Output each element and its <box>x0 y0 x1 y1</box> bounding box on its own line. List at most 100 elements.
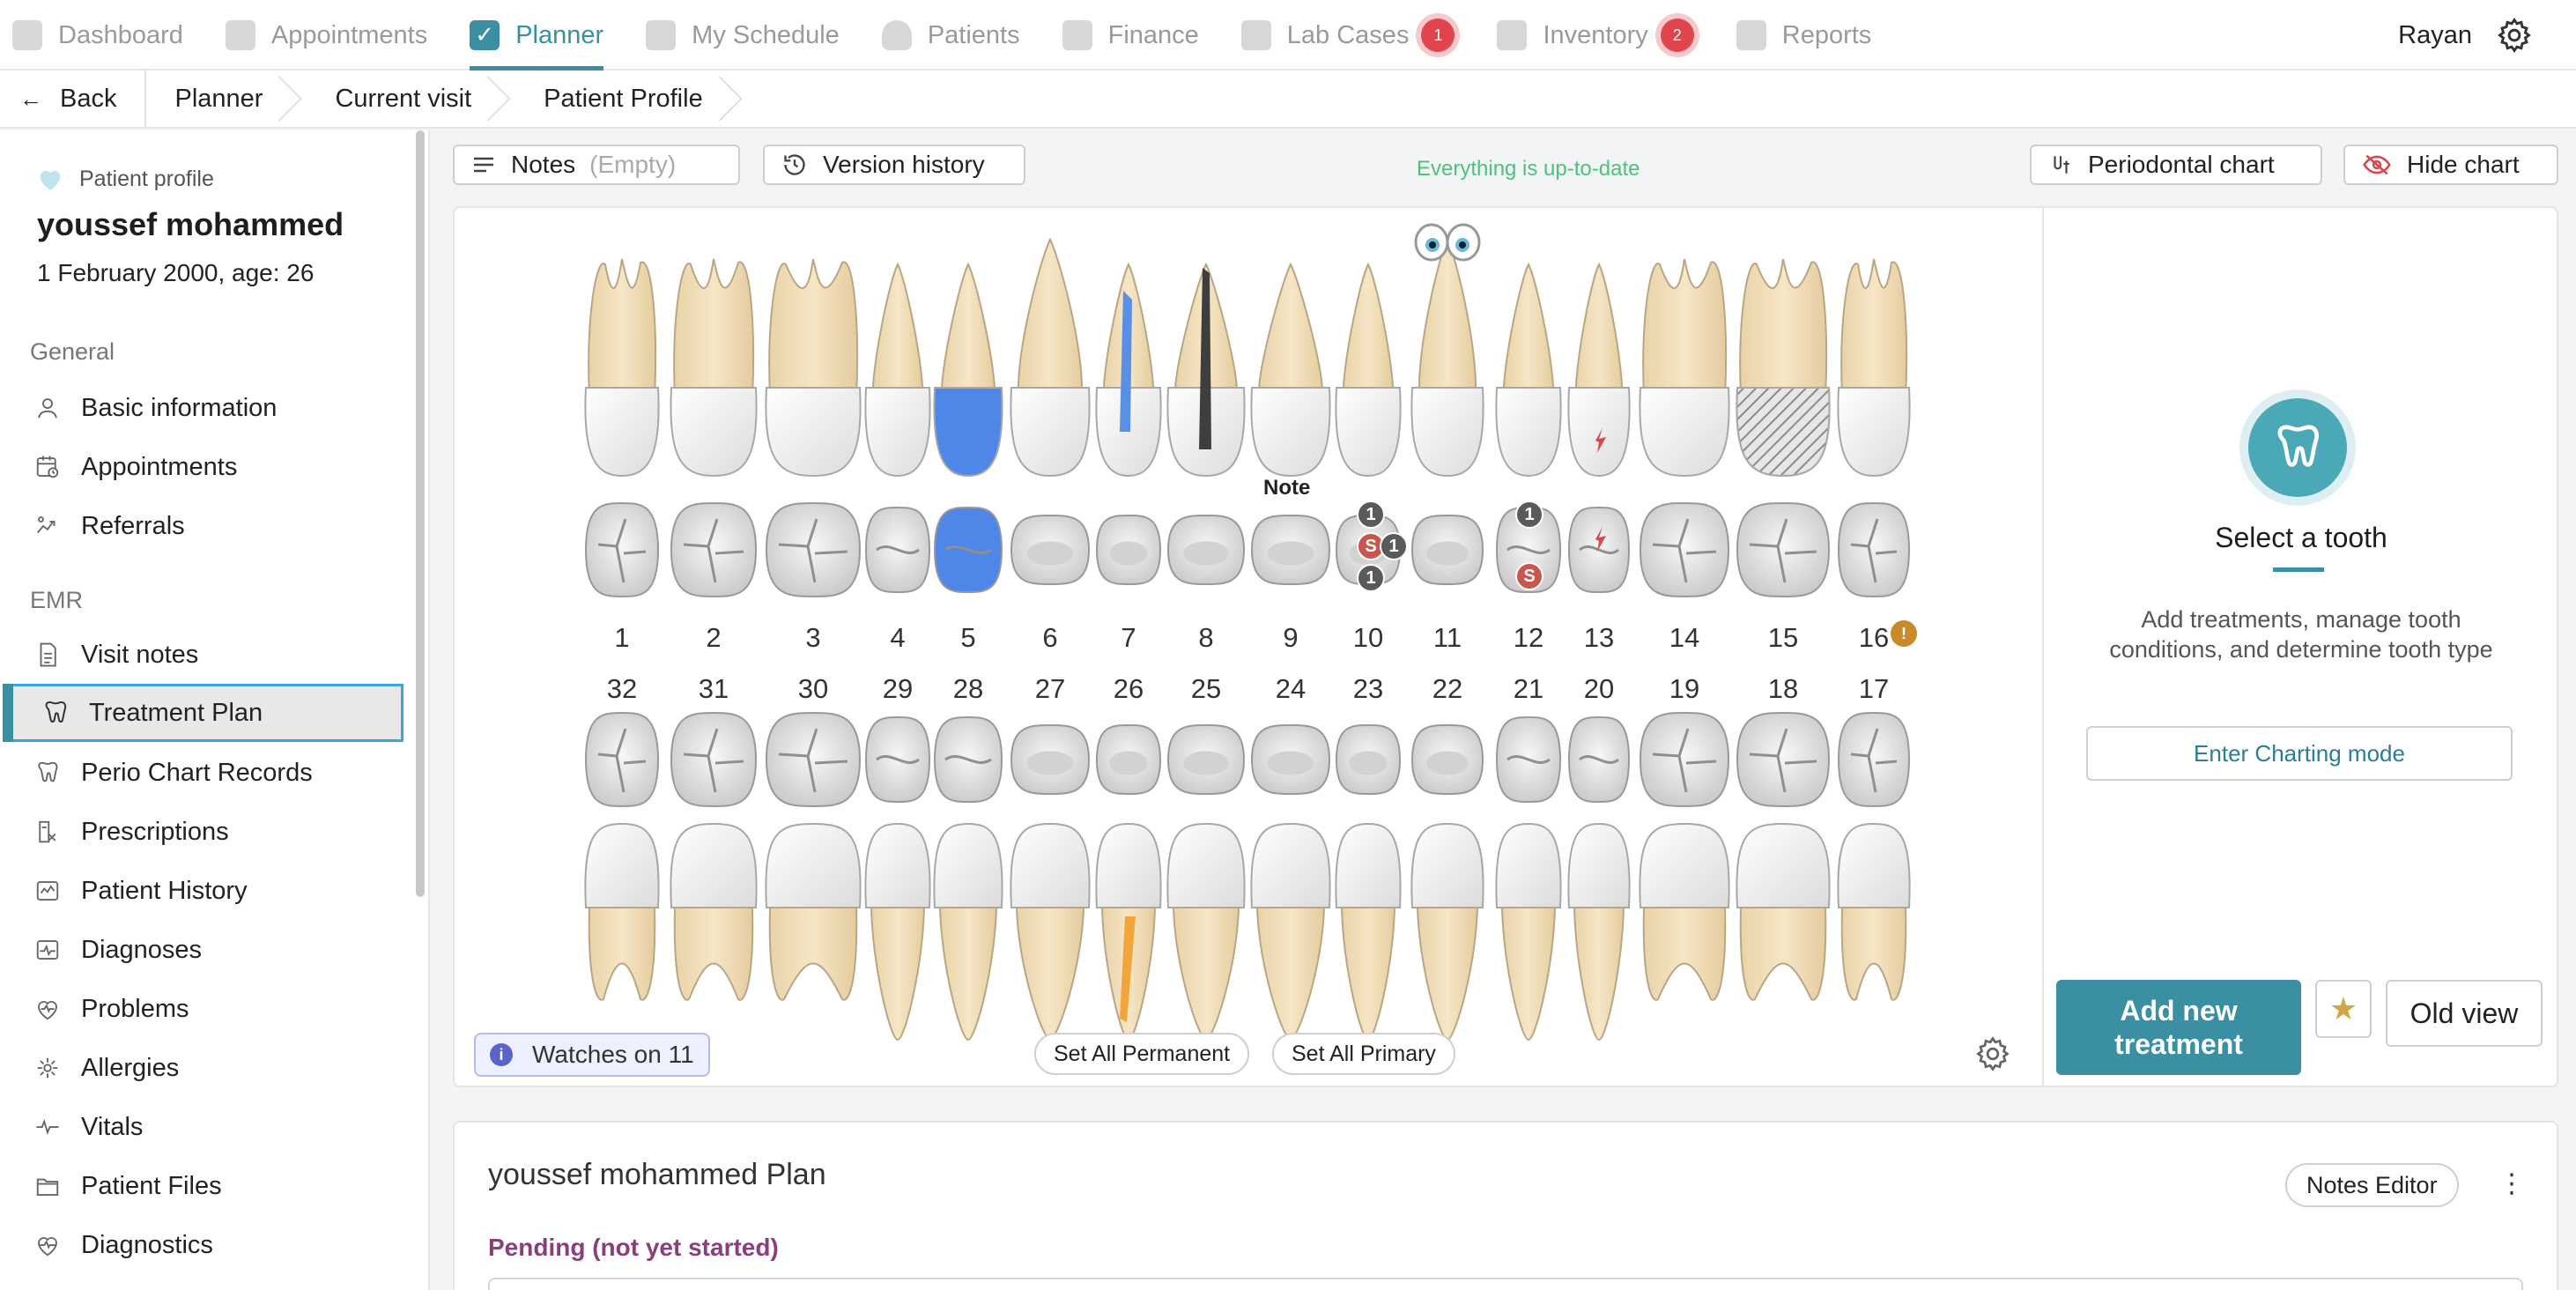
tooth-9[interactable] <box>1250 262 1331 586</box>
tooth-number-11[interactable]: 11 <box>1421 622 1474 654</box>
tooth-number-19[interactable]: 19 <box>1658 673 1711 705</box>
tooth-number-23[interactable]: 23 <box>1342 673 1395 705</box>
tooth-20[interactable] <box>1567 715 1631 1042</box>
notes-editor-button[interactable]: Notes Editor <box>2285 1163 2459 1207</box>
sidebar-item-appointments[interactable]: Appointments <box>0 438 403 496</box>
periodontal-chart-button[interactable]: Periodontal chart <box>2030 145 2322 185</box>
watch-eyes-icon[interactable] <box>1413 222 1482 263</box>
tooth-19[interactable] <box>1639 711 1730 1001</box>
tooth-number-13[interactable]: 13 <box>1573 622 1625 654</box>
nav-appointments[interactable]: Appointments <box>225 0 427 70</box>
tooth-13[interactable] <box>1567 262 1631 594</box>
tooth-number-14[interactable]: 14 <box>1658 622 1711 654</box>
tooth-number-1[interactable]: 1 <box>596 622 648 654</box>
tooth-12-indicator-top[interactable]: 1 <box>1515 500 1543 529</box>
tooth-number-7[interactable]: 7 <box>1102 622 1155 654</box>
tooth-16-info-indicator[interactable]: ! <box>1891 620 1917 647</box>
watches-button[interactable]: i Watches on 11 <box>474 1033 710 1077</box>
tooth-number-2[interactable]: 2 <box>687 622 740 654</box>
nav-finance[interactable]: Finance <box>1062 0 1199 70</box>
enter-charting-mode-button[interactable]: Enter Charting mode <box>2086 726 2513 781</box>
tooth-4[interactable] <box>864 262 931 594</box>
tooth-number-25[interactable]: 25 <box>1180 673 1232 705</box>
sidebar-item-diagnoses[interactable]: Diagnoses <box>0 921 403 979</box>
tooth-6[interactable] <box>1010 237 1091 586</box>
sidebar-item-perio-chart-records[interactable]: Perio Chart Records <box>0 744 403 802</box>
nav-patients[interactable]: Patients <box>881 0 1020 70</box>
tooth-number-27[interactable]: 27 <box>1024 673 1077 705</box>
tooth-number-4[interactable]: 4 <box>871 622 924 654</box>
tooth-number-15[interactable]: 15 <box>1757 622 1810 654</box>
tooth-25[interactable] <box>1166 723 1246 1042</box>
tooth-22[interactable] <box>1410 723 1484 1042</box>
tooth-21[interactable] <box>1495 715 1562 1042</box>
tooth-number-32[interactable]: 32 <box>596 673 648 705</box>
tooth-31[interactable] <box>670 711 758 1001</box>
tooth-24[interactable] <box>1250 723 1331 1042</box>
sidebar-item-allergies[interactable]: Allergies <box>0 1039 403 1097</box>
nav-my-schedule[interactable]: My Schedule <box>646 0 840 70</box>
tooth-27[interactable] <box>1010 723 1091 1042</box>
sidebar-item-diagnostics[interactable]: Diagnostics <box>0 1216 403 1274</box>
tooth-5[interactable] <box>933 262 1003 594</box>
tooth-number-3[interactable]: 3 <box>787 622 840 654</box>
hide-chart-button[interactable]: Hide chart <box>2343 145 2558 185</box>
tooth-number-26[interactable]: 26 <box>1102 673 1155 705</box>
set-all-primary-button[interactable]: Set All Primary <box>1272 1033 1455 1075</box>
tooth-number-21[interactable]: 21 <box>1502 673 1555 705</box>
sidebar-item-prescriptions[interactable]: Prescriptions <box>0 803 403 861</box>
tooth-12-surface-indicator[interactable]: S <box>1515 562 1543 590</box>
tooth-1[interactable] <box>584 258 660 598</box>
breadcrumb-current-visit[interactable]: Current visit <box>291 70 500 128</box>
tooth-11[interactable] <box>1410 237 1484 586</box>
sidebar-item-problems[interactable]: Problems <box>0 980 403 1038</box>
tooth-number-10[interactable]: 10 <box>1342 622 1395 654</box>
tooth-number-24[interactable]: 24 <box>1264 673 1317 705</box>
tooth-10-indicator-bottom[interactable]: 1 <box>1357 564 1385 592</box>
favorites-star-button[interactable]: ★ <box>2315 980 2372 1038</box>
set-all-permanent-button[interactable]: Set All Permanent <box>1034 1033 1250 1075</box>
tooth-number-20[interactable]: 20 <box>1573 673 1625 705</box>
nav-reports[interactable]: Reports <box>1736 0 1871 70</box>
tooth-number-6[interactable]: 6 <box>1024 622 1077 654</box>
tooth-15[interactable] <box>1736 258 1831 598</box>
gear-icon[interactable] <box>2495 16 2534 55</box>
tooth-29[interactable] <box>864 715 931 1042</box>
notes-button[interactable]: Notes (Empty) <box>453 145 740 185</box>
back-button[interactable]: ← Back <box>0 70 147 128</box>
tooth-10-indicator-right[interactable]: 1 <box>1380 532 1408 560</box>
chart-settings-gear-icon[interactable] <box>1973 1034 2012 1073</box>
tooth-2[interactable] <box>670 258 758 598</box>
sidebar-item-patient-files[interactable]: Patient Files <box>0 1157 403 1215</box>
breadcrumb-patient-profile[interactable]: Patient Profile <box>500 70 731 128</box>
tooth-number-22[interactable]: 22 <box>1421 673 1474 705</box>
tooth-number-18[interactable]: 18 <box>1757 673 1810 705</box>
tooth-12[interactable] <box>1495 262 1562 594</box>
sidebar-item-patient-history[interactable]: Patient History <box>0 862 403 920</box>
tooth-number-17[interactable]: 17 <box>1847 673 1900 705</box>
old-view-button[interactable]: Old view <box>2386 980 2543 1047</box>
tooth-number-31[interactable]: 31 <box>687 673 740 705</box>
sidebar-item-basic-information[interactable]: Basic information <box>0 379 403 437</box>
tooth-14[interactable] <box>1639 258 1730 598</box>
sidebar-scrollbar[interactable] <box>416 130 425 897</box>
tooth-26[interactable] <box>1095 723 1162 1042</box>
version-history-button[interactable]: Version history <box>763 145 1025 185</box>
tooth-10-indicator-top[interactable]: 1 <box>1357 500 1385 529</box>
tooth-18[interactable] <box>1736 711 1831 1001</box>
tooth-16[interactable] <box>1837 258 1911 598</box>
tooth-number-28[interactable]: 28 <box>942 673 995 705</box>
tooth-23[interactable] <box>1335 723 1402 1042</box>
nav-dashboard[interactable]: Dashboard <box>12 0 183 70</box>
tooth-number-30[interactable]: 30 <box>787 673 840 705</box>
tooth-number-9[interactable]: 9 <box>1264 622 1317 654</box>
tooth-17[interactable] <box>1837 711 1911 1001</box>
tooth-8[interactable] <box>1166 262 1246 586</box>
nav-lab-cases[interactable]: Lab Cases 1 <box>1240 0 1455 70</box>
nav-inventory[interactable]: Inventory 2 <box>1497 0 1694 70</box>
tooth-32[interactable] <box>584 711 660 1001</box>
breadcrumb-planner[interactable]: Planner <box>146 70 291 128</box>
sidebar-item-vitals[interactable]: Vitals <box>0 1098 403 1156</box>
tooth-3[interactable] <box>765 258 862 598</box>
tooth-30[interactable] <box>765 711 862 1001</box>
